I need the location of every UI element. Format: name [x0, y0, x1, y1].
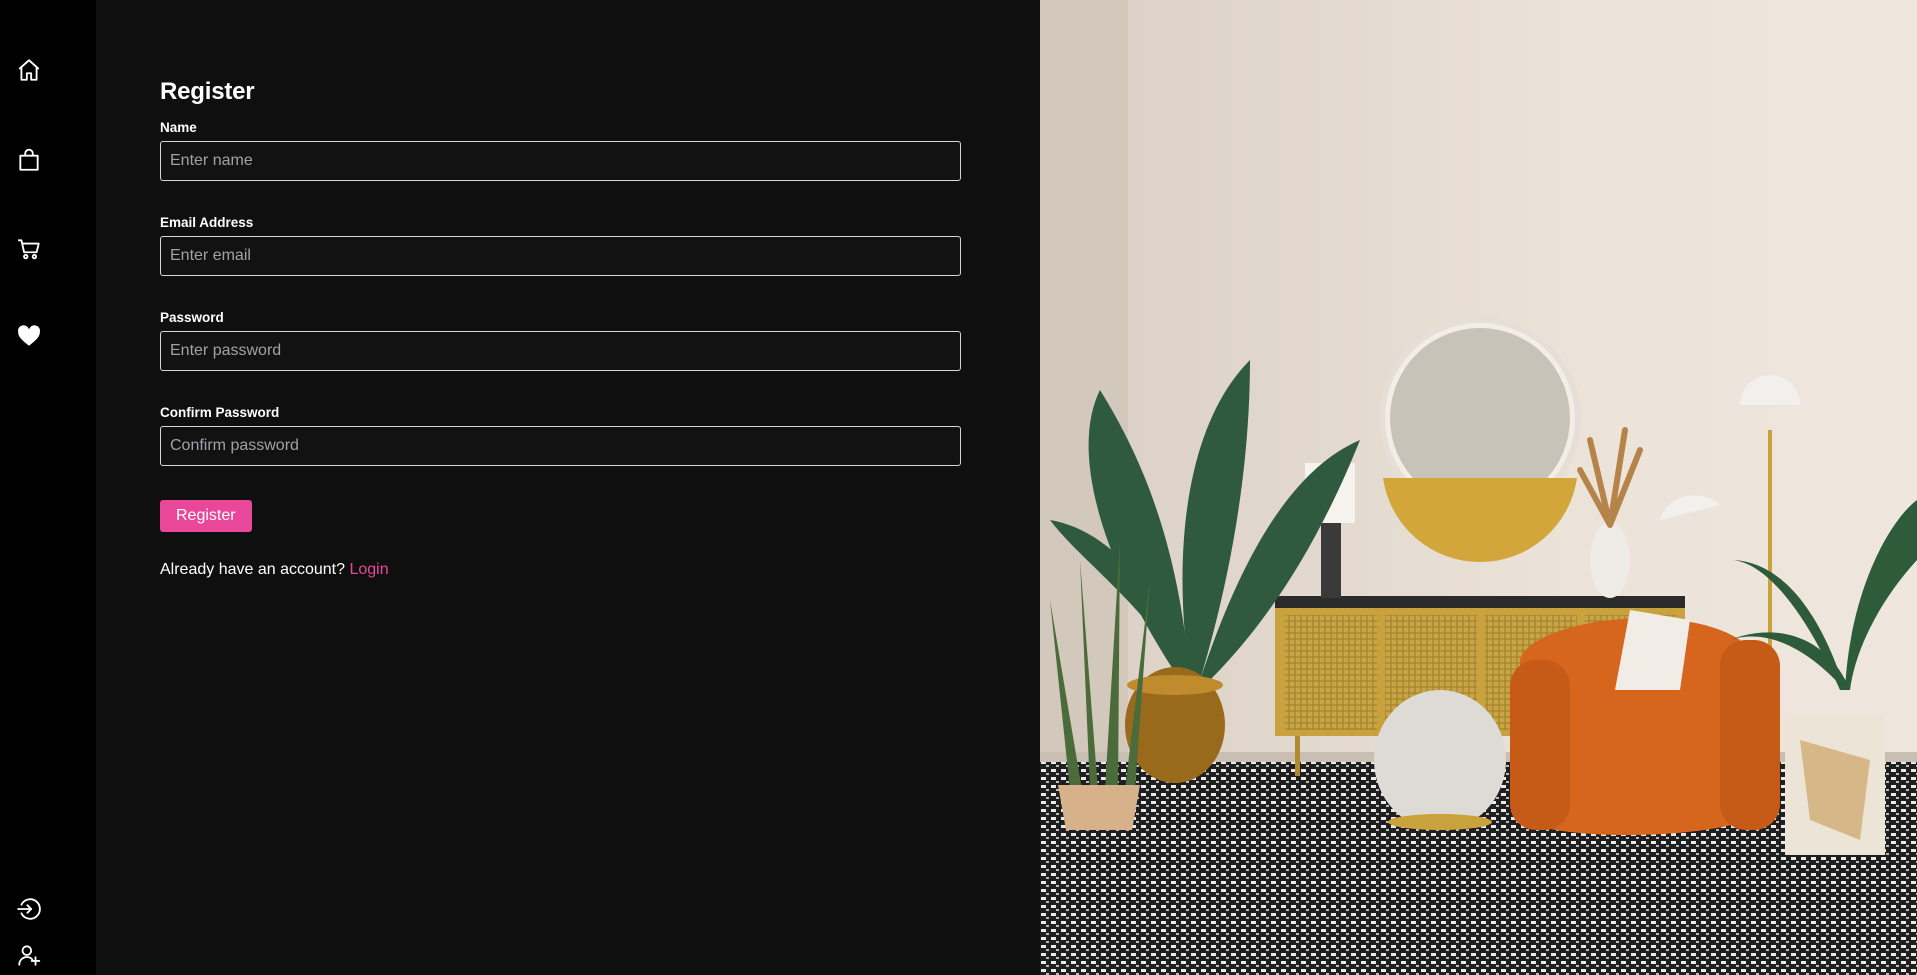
add-user-icon[interactable] [14, 940, 44, 970]
cart-icon[interactable] [14, 234, 44, 264]
shopping-bag-icon[interactable] [14, 145, 44, 175]
register-form: Register Name Email Address Password Con… [160, 76, 961, 579]
email-input[interactable] [160, 236, 961, 276]
name-label: Name [160, 120, 197, 135]
page-title: Register [160, 78, 255, 105]
password-field-group: Password [160, 310, 961, 405]
register-panel: Register Name Email Address Password Con… [96, 0, 1040, 975]
name-field-group: Name [160, 120, 961, 215]
email-field-group: Email Address [160, 215, 961, 310]
login-link[interactable]: Login [349, 561, 388, 578]
password-input[interactable] [160, 331, 961, 371]
register-button[interactable]: Register [160, 500, 252, 532]
home-icon[interactable] [14, 55, 44, 85]
confirm-password-label: Confirm Password [160, 405, 280, 420]
sidebar [0, 0, 96, 975]
confirm-password-input[interactable] [160, 426, 961, 466]
name-input[interactable] [160, 141, 961, 181]
confirm-password-field-group: Confirm Password [160, 405, 961, 481]
account-prompt-text: Already have an account? [160, 561, 346, 578]
interior-photo [1040, 0, 1917, 975]
living-room-illustration [1040, 0, 1917, 975]
password-label: Password [160, 310, 224, 325]
email-label: Email Address [160, 215, 254, 230]
login-icon[interactable] [14, 894, 44, 924]
heart-icon[interactable] [14, 321, 44, 351]
login-prompt: Already have an account? Login [160, 561, 961, 579]
